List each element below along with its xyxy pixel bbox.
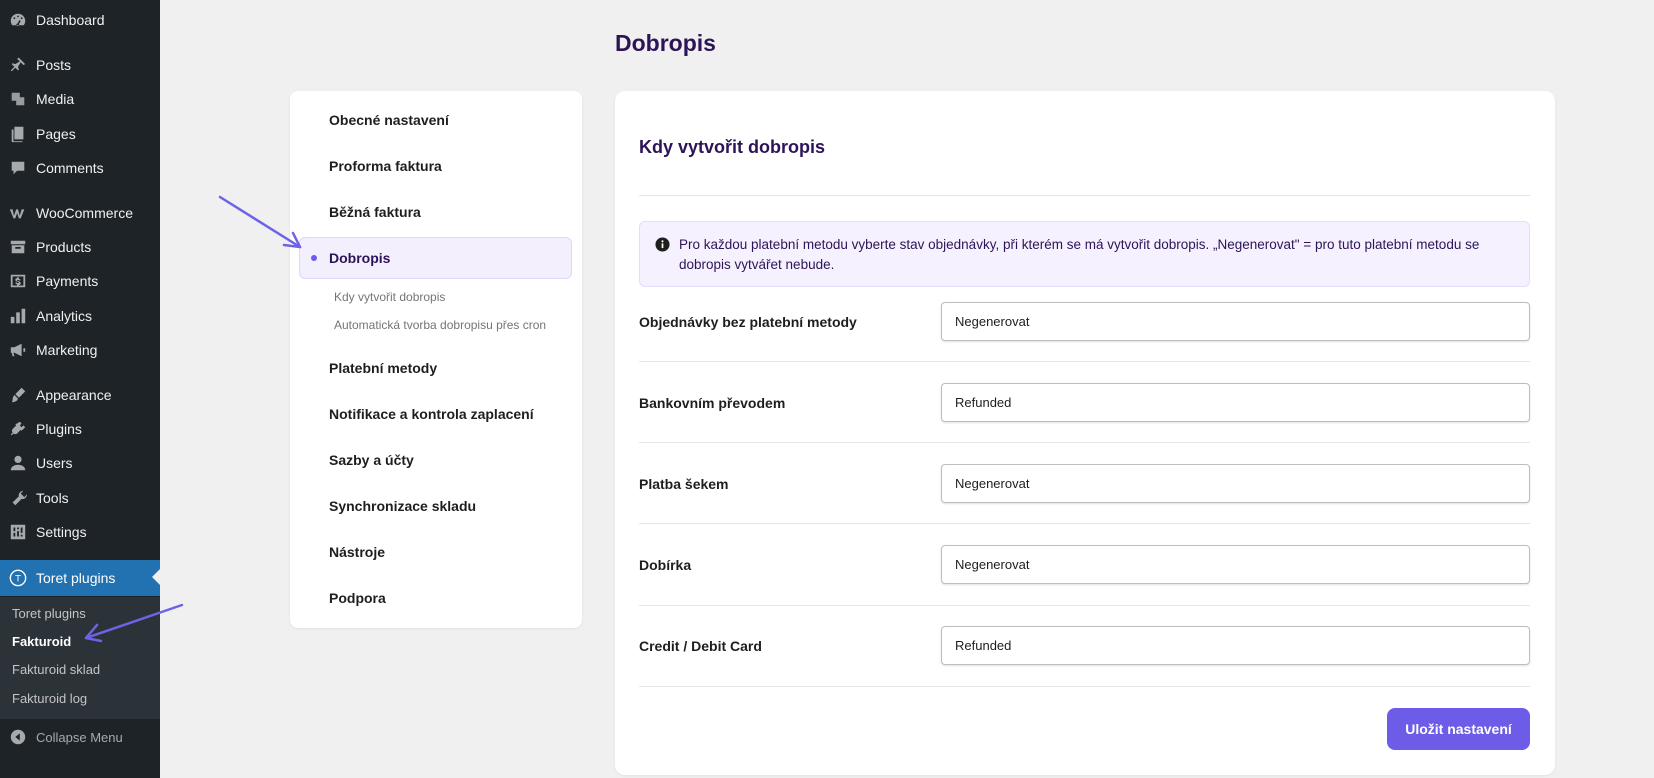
archive-icon [0,238,36,256]
brush-icon [0,386,36,404]
pin-icon [0,56,36,74]
menu-item-woocommerce[interactable]: WooCommerce [0,196,160,230]
dashboard-icon [0,11,36,29]
user-icon [0,454,36,472]
divider [639,686,1530,687]
pages-icon [0,125,36,143]
select-value: Refunded [955,395,1012,410]
admin-sidebar: Dashboard Posts Media Pages Comments Woo… [0,0,160,778]
menu-item-appearance[interactable]: Appearance [0,378,160,412]
admin-submenu: Toret plugins Fakturoid Fakturoid sklad … [0,597,160,719]
nav-item-obecne-nastaveni[interactable]: Obecné nastavení [329,112,449,128]
nav-item-synchronizace-skladu[interactable]: Synchronizace skladu [329,498,476,514]
info-icon [655,237,670,252]
section-title: Kdy vytvořit dobropis [639,137,826,157]
info-notice: Pro každou platební metodu vyberte stav … [639,221,1530,287]
select-value: Negenerovat [955,557,1030,572]
collapse-icon [0,728,36,746]
menu-item-media[interactable]: Media [0,82,160,116]
menu-item-payments[interactable]: Payments [0,264,160,298]
menu-item-users[interactable]: Users [0,446,160,480]
wrench-icon [0,489,36,507]
nav-item-sazby-a-ucty[interactable]: Sazby a účty [329,452,414,468]
toret-icon-glyph: T [14,575,21,585]
submenu-item-fakturoid-sklad[interactable]: Fakturoid sklad [12,662,100,677]
nav-subitem-kdy-vytvorit[interactable]: Kdy vytvořit dobropis [334,290,445,304]
menu-item-settings[interactable]: Settings [0,515,160,549]
select-value: Negenerovat [955,476,1030,491]
toret-icon: T [0,569,36,587]
submenu-item-toret-plugins[interactable]: Toret plugins [12,606,86,621]
submenu-item-fakturoid[interactable]: Fakturoid [12,634,71,649]
row-label-platba-sekem: Platba šekem [639,476,729,492]
nav-item-notifikace[interactable]: Notifikace a kontrola zaplacení [329,406,534,422]
divider [639,523,1530,524]
media-icon [0,90,36,108]
nav-item-platebni-metody[interactable]: Platební metody [329,360,437,376]
arrow-to-dobropis-icon [218,195,302,249]
bar-chart-icon [0,307,36,325]
nav-item-proforma-faktura[interactable]: Proforma faktura [329,158,442,174]
status-select-credit-debit-card[interactable]: Refunded [941,626,1530,665]
settings-icon [0,523,36,541]
status-select-bankovnim-prevodem[interactable]: Refunded [941,383,1530,422]
notice-text: Pro každou platební metodu vyberte stav … [679,237,1480,272]
nav-item-bezna-faktura[interactable]: Běžná faktura [329,204,421,220]
plugin-icon [0,420,36,438]
menu-item-marketing[interactable]: Marketing [0,333,160,367]
menu-item-products[interactable]: Products [0,230,160,264]
menu-item-comments[interactable]: Comments [0,151,160,185]
menu-item-posts[interactable]: Posts [0,48,160,82]
nav-item-dobropis[interactable]: Dobropis [329,250,390,266]
menu-item-analytics[interactable]: Analytics [0,299,160,333]
row-label-credit-debit-card: Credit / Debit Card [639,638,762,654]
menu-item-toret-plugins[interactable]: T Toret plugins [0,560,160,596]
woocommerce-icon [0,204,36,222]
menu-item-plugins[interactable]: Plugins [0,412,160,446]
submenu-item-fakturoid-log[interactable]: Fakturoid log [12,691,87,706]
nav-subitem-automaticka-tvorba[interactable]: Automatická tvorba dobropisu přes cron [334,318,546,332]
dollar-icon [0,272,36,290]
menu-item-pages[interactable]: Pages [0,117,160,151]
status-select-platba-sekem[interactable]: Negenerovat [941,464,1530,503]
settings-card: Kdy vytvořit dobropis Pro každou platebn… [615,91,1555,775]
row-label-dobirka: Dobírka [639,557,692,573]
save-settings-button[interactable]: Uložit nastavení [1387,708,1530,750]
menu-item-dashboard[interactable]: Dashboard [0,3,160,37]
nav-item-podpora[interactable]: Podpora [329,590,386,606]
row-label-bankovnim-prevodem: Bankovním převodem [639,395,786,411]
select-value: Negenerovat [955,314,1030,329]
page-title: Dobropis [615,30,716,56]
divider [639,195,1530,196]
row-label-bez-platebni-metody: Objednávky bez platební metody [639,314,857,330]
divider [639,361,1530,362]
collapse-menu-button[interactable]: Collapse Menu [0,720,160,754]
divider [639,442,1530,443]
nav-item-nastroje[interactable]: Nástroje [329,544,385,560]
settings-nav: Obecné nastavení Proforma faktura Běžná … [290,91,582,628]
select-value: Refunded [955,638,1012,653]
status-select-bez-platebni-metody[interactable]: Negenerovat [941,302,1530,341]
divider [639,605,1530,606]
megaphone-icon [0,341,36,359]
comment-icon [0,159,36,177]
status-select-dobirka[interactable]: Negenerovat [941,545,1530,584]
menu-item-tools[interactable]: Tools [0,481,160,515]
nav-active-dot [311,255,317,261]
